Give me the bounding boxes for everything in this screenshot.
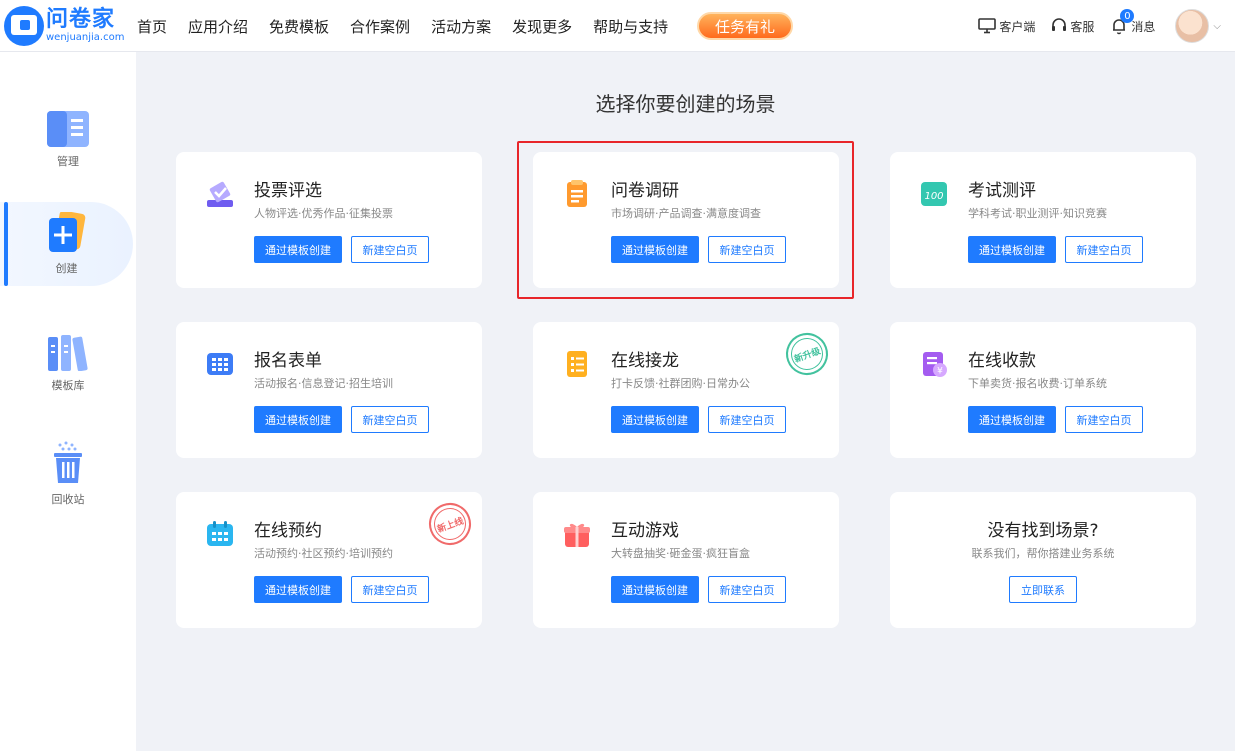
- nav-activity-plans[interactable]: 活动方案: [431, 16, 491, 37]
- new-upgrade-stamp: 新升级: [780, 327, 834, 381]
- card-title: 在线预约: [254, 521, 322, 541]
- create-from-template-button[interactable]: 通过模板创建: [254, 236, 342, 263]
- card-description: 活动预约·社区预约·培训预约: [254, 547, 393, 560]
- scene-card-registration[interactable]: 报名表单 活动报名·信息登记·招生培训 通过模板创建 新建空白页: [176, 322, 482, 458]
- sidebar-label-create: 创建: [55, 262, 78, 275]
- recycle-bin-icon: [54, 441, 82, 483]
- customer-service-button[interactable]: 客服: [1051, 18, 1094, 35]
- logo-domain: wenjuanjia.com: [46, 32, 125, 43]
- not-found-description: 联系我们，帮你搭建业务系统: [971, 547, 1115, 560]
- new-blank-page-button[interactable]: 新建空白页: [1065, 406, 1143, 433]
- card-description: 下单卖货·报名收费·订单系统: [968, 377, 1107, 390]
- task-reward-button[interactable]: 任务有礼: [697, 12, 793, 40]
- nav-home[interactable]: 首页: [137, 16, 167, 37]
- client-download-button[interactable]: 客户端: [978, 18, 1035, 35]
- questionnaire-icon: [567, 180, 587, 207]
- svg-text:100: 100: [924, 191, 943, 202]
- exam-icon: 100: [921, 182, 947, 206]
- headset-icon: [1052, 18, 1067, 31]
- create-from-template-button[interactable]: 通过模板创建: [254, 576, 342, 603]
- sidebar-item-templates[interactable]: 模板库: [0, 322, 136, 406]
- create-from-template-button[interactable]: 通过模板创建: [611, 406, 699, 433]
- top-header: 问卷家 wenjuanjia.com 首页 应用介绍 免费模板 合作案例 活动方…: [0, 0, 1235, 52]
- not-found-title: 没有找到场景?: [987, 521, 1099, 541]
- new-blank-page-button[interactable]: 新建空白页: [351, 236, 429, 263]
- sidebar-item-manage[interactable]: 管理: [0, 98, 136, 182]
- relay-icon: [567, 351, 587, 377]
- payment-icon: ¥: [923, 352, 947, 377]
- logo-text: 问卷家: [46, 7, 116, 32]
- sidebar-label-templates: 模板库: [51, 379, 85, 392]
- create-from-template-button[interactable]: 通过模板创建: [968, 406, 1056, 433]
- card-title: 在线接龙: [611, 351, 679, 371]
- scene-card-booking[interactable]: 在线预约 活动预约·社区预约·培训预约 通过模板创建 新建空白页 新上线: [176, 492, 482, 628]
- create-icon: [48, 212, 85, 252]
- card-description: 大转盘抽奖·砸金蛋·疯狂盲盒: [611, 547, 750, 560]
- card-description: 市场调研·产品调查·满意度调查: [611, 207, 761, 220]
- create-from-template-button[interactable]: 通过模板创建: [968, 236, 1056, 263]
- scene-card-exam[interactable]: 100 考试测评 学科考试·职业测评·知识竞赛 通过模板创建 新建空白页: [890, 152, 1196, 288]
- main-nav: 首页 应用介绍 免费模板 合作案例 活动方案 发现更多 帮助与支持: [137, 0, 689, 52]
- new-blank-page-button[interactable]: 新建空白页: [708, 576, 786, 603]
- client-label: 客户端: [999, 19, 1036, 34]
- card-description: 打卡反馈·社群团购·日常办公: [611, 377, 750, 390]
- create-from-template-button[interactable]: 通过模板创建: [254, 406, 342, 433]
- scene-card-relay[interactable]: 在线接龙 打卡反馈·社群团购·日常办公 通过模板创建 新建空白页 新升级: [533, 322, 839, 458]
- card-title: 报名表单: [254, 351, 322, 371]
- new-blank-page-button[interactable]: 新建空白页: [708, 406, 786, 433]
- messages-button[interactable]: 0 消息: [1110, 9, 1156, 35]
- booking-icon: [207, 521, 233, 546]
- scene-card-payment[interactable]: ¥ 在线收款 下单卖货·报名收费·订单系统 通过模板创建 新建空白页: [890, 322, 1196, 458]
- new-blank-page-button[interactable]: 新建空白页: [351, 576, 429, 603]
- message-label: 消息: [1131, 19, 1156, 34]
- card-title: 互动游戏: [611, 521, 679, 541]
- sidebar-item-create[interactable]: 创建: [0, 202, 133, 286]
- sidebar-label-manage: 管理: [57, 155, 79, 168]
- header-actions: 客户端 客服 0 消息 ⌵: [962, 0, 1221, 52]
- site-logo[interactable]: 问卷家 wenjuanjia.com: [4, 5, 134, 47]
- logo-icon: [4, 6, 44, 46]
- scene-card-not-found: 没有找到场景? 联系我们，帮你搭建业务系统 立即联系: [890, 492, 1196, 628]
- nav-discover-more[interactable]: 发现更多: [512, 16, 572, 37]
- scene-card-vote[interactable]: 投票评选 人物评选·优秀作品·征集投票 通过模板创建 新建空白页: [176, 152, 482, 288]
- scene-card-game[interactable]: 互动游戏 大转盘抽奖·砸金蛋·疯狂盲盒 通过模板创建 新建空白页: [533, 492, 839, 628]
- new-blank-page-button[interactable]: 新建空白页: [1065, 236, 1143, 263]
- vote-icon: [207, 181, 233, 207]
- svg-text:¥: ¥: [937, 367, 943, 377]
- service-label: 客服: [1070, 19, 1095, 34]
- chevron-down-icon[interactable]: ⌵: [1213, 21, 1221, 32]
- nav-help-support[interactable]: 帮助与支持: [593, 16, 668, 37]
- card-description: 活动报名·信息登记·招生培训: [254, 377, 393, 390]
- page-title: 选择你要创建的场景: [595, 92, 776, 116]
- nav-cases[interactable]: 合作案例: [350, 16, 410, 37]
- new-blank-page-button[interactable]: 新建空白页: [351, 406, 429, 433]
- card-title: 问卷调研: [611, 181, 679, 201]
- create-from-template-button[interactable]: 通过模板创建: [611, 236, 699, 263]
- left-sidebar: 管理 创建 模板库 回收站: [0, 52, 136, 751]
- nav-free-templates[interactable]: 免费模板: [269, 16, 329, 37]
- monitor-icon: [978, 18, 997, 34]
- nav-app-intro[interactable]: 应用介绍: [188, 16, 248, 37]
- game-gift-icon: [564, 523, 590, 547]
- card-description: 人物评选·优秀作品·征集投票: [254, 207, 393, 220]
- sidebar-label-recycle-bin: 回收站: [51, 493, 85, 506]
- card-title: 在线收款: [968, 351, 1036, 371]
- new-launch-stamp: 新上线: [423, 497, 477, 551]
- card-description: 学科考试·职业测评·知识竞赛: [968, 207, 1107, 220]
- sidebar-item-recycle-bin[interactable]: 回收站: [0, 432, 136, 516]
- template-library-icon: [48, 335, 88, 371]
- manage-icon: [47, 111, 89, 147]
- form-icon: [207, 353, 233, 375]
- scene-card-questionnaire[interactable]: 问卷调研 市场调研·产品调查·满意度调查 通过模板创建 新建空白页: [533, 152, 839, 288]
- user-avatar[interactable]: [1175, 9, 1210, 43]
- card-title: 投票评选: [254, 181, 322, 201]
- create-from-template-button[interactable]: 通过模板创建: [611, 576, 699, 603]
- new-blank-page-button[interactable]: 新建空白页: [708, 236, 786, 263]
- contact-now-button[interactable]: 立即联系: [1009, 576, 1077, 603]
- card-title: 考试测评: [968, 181, 1036, 201]
